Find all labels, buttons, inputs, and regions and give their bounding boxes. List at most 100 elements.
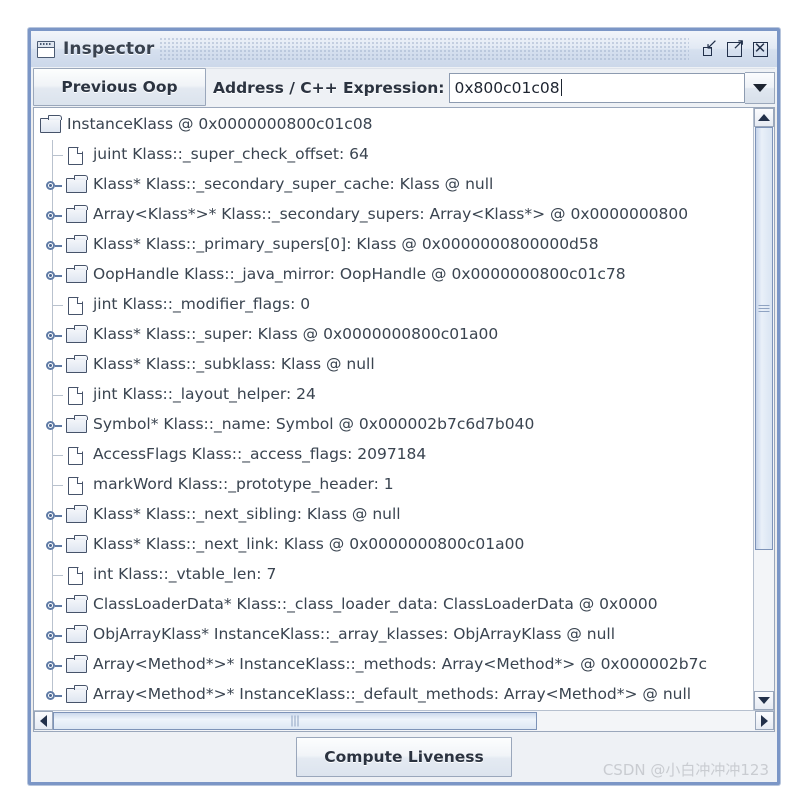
maximize-button[interactable]: ↗	[721, 36, 747, 62]
tree-row-label: jint Klass::_modifier_flags: 0	[93, 295, 311, 314]
folder-icon	[66, 534, 88, 554]
expand-collapse-icon[interactable]	[46, 329, 62, 342]
tree-row-label: ObjArrayKlass* InstanceKlass::_array_kla…	[93, 625, 616, 644]
tree-row[interactable]: int Klass::_vtable_len: 7	[34, 560, 753, 590]
tree-expand-handle[interactable]	[40, 200, 66, 230]
folder-icon	[66, 324, 88, 344]
expand-collapse-icon[interactable]	[46, 629, 62, 642]
expand-collapse-icon[interactable]	[46, 509, 62, 522]
tree-row[interactable]: AccessFlags Klass::_access_flags: 209718…	[34, 440, 753, 470]
tree-row[interactable]: jint Klass::_modifier_flags: 0	[34, 290, 753, 320]
scroll-right-button[interactable]	[755, 711, 774, 730]
scroll-up-button[interactable]	[754, 108, 774, 127]
tree-row[interactable]: Klass* Klass::_next_sibling: Klass @ nul…	[34, 500, 753, 530]
tree-row[interactable]: markWord Klass::_prototype_header: 1	[34, 470, 753, 500]
address-input[interactable]: 0x800c01c08	[449, 72, 745, 103]
document-icon	[66, 476, 88, 495]
tree-expand-handle[interactable]	[40, 410, 66, 440]
tree-row-label: Klass* Klass::_next_link: Klass @ 0x0000…	[93, 535, 525, 554]
expand-collapse-icon[interactable]	[46, 689, 62, 702]
tree-row-label: AccessFlags Klass::_access_flags: 209718…	[93, 445, 427, 464]
folder-icon	[66, 594, 88, 614]
tree-row[interactable]: ClassLoaderData* Klass::_class_loader_da…	[34, 590, 753, 620]
tree-expand-handle[interactable]	[40, 230, 66, 260]
tree-expand-handle[interactable]	[40, 500, 66, 530]
tree-row-label: Klass* Klass::_primary_supers[0]: Klass …	[93, 235, 599, 254]
expand-collapse-icon[interactable]	[46, 239, 62, 252]
tree-connector	[40, 440, 66, 470]
tree-scroll-pane: InstanceKlass @ 0x0000000800c01c08 juint …	[33, 107, 775, 732]
window-icon	[37, 40, 55, 58]
tree-row[interactable]: jint Klass::_layout_helper: 24	[34, 380, 753, 410]
tree-row[interactable]: Klass* Klass::_subklass: Klass @ null	[34, 350, 753, 380]
tree-row[interactable]: Klass* Klass::_next_link: Klass @ 0x0000…	[34, 530, 753, 560]
tree-row-label: OopHandle Klass::_java_mirror: OopHandle…	[93, 265, 626, 284]
tree-expand-handle[interactable]	[40, 260, 66, 290]
expand-collapse-icon[interactable]	[46, 539, 62, 552]
scroll-down-button[interactable]	[754, 691, 774, 710]
tree-expand-handle[interactable]	[40, 680, 66, 710]
window-title: Inspector	[63, 39, 155, 59]
expand-collapse-icon[interactable]	[46, 659, 62, 672]
tree-expand-handle[interactable]	[40, 320, 66, 350]
tree-row-label: int Klass::_vtable_len: 7	[93, 565, 277, 584]
folder-icon	[66, 504, 88, 524]
tree-row[interactable]: Klass* Klass::_secondary_super_cache: Kl…	[34, 170, 753, 200]
tree-row[interactable]: juint Klass::_super_check_offset: 64	[34, 140, 753, 170]
tree-viewport[interactable]: InstanceKlass @ 0x0000000800c01c08 juint …	[34, 108, 753, 710]
tree-row[interactable]: Array<Method*>* InstanceKlass::_methods:…	[34, 650, 753, 680]
tree-expand-handle[interactable]	[40, 620, 66, 650]
triangle-down-icon	[758, 697, 770, 704]
tree-expand-handle[interactable]	[40, 650, 66, 680]
watermark: CSDN @小白冲冲冲123	[602, 761, 769, 779]
inspector-window: Inspector ↙ ↗ ✕ Previous Oop Address / C…	[28, 28, 780, 785]
tree-row[interactable]: ObjArrayKlass* InstanceKlass::_array_kla…	[34, 620, 753, 650]
vertical-scrollbar[interactable]	[753, 108, 774, 710]
expand-collapse-icon[interactable]	[46, 179, 62, 192]
folder-icon	[66, 204, 88, 224]
horizontal-scroll-track[interactable]	[53, 711, 755, 731]
tree-row[interactable]: Array<Method*>* InstanceKlass::_default_…	[34, 680, 753, 710]
tree-expand-handle[interactable]	[40, 350, 66, 380]
tree-connector	[40, 380, 66, 410]
vertical-scroll-thumb[interactable]	[755, 127, 773, 550]
horizontal-scrollbar[interactable]	[34, 710, 774, 731]
expand-collapse-icon[interactable]	[46, 599, 62, 612]
tree-row[interactable]: Array<Klass*>* Klass::_secondary_supers:…	[34, 200, 753, 230]
tree-row[interactable]: Klass* Klass::_primary_supers[0]: Klass …	[34, 230, 753, 260]
tree-connector	[40, 140, 66, 170]
tree-expand-handle[interactable]	[40, 530, 66, 560]
expand-collapse-icon[interactable]	[46, 359, 62, 372]
expand-collapse-icon[interactable]	[46, 419, 62, 432]
tree-row[interactable]: OopHandle Klass::_java_mirror: OopHandle…	[34, 260, 753, 290]
close-button[interactable]: ✕	[747, 36, 773, 62]
vertical-scroll-track[interactable]	[754, 127, 774, 691]
address-dropdown-button[interactable]	[745, 71, 775, 104]
address-input-value: 0x800c01c08	[454, 78, 560, 97]
arrow-southwest-icon: ↙	[705, 35, 718, 53]
tree-row-label: InstanceKlass @ 0x0000000800c01c08	[67, 115, 373, 134]
scroll-left-button[interactable]	[34, 711, 53, 730]
folder-icon	[66, 684, 88, 704]
horizontal-scroll-thumb[interactable]	[53, 712, 538, 730]
tree-expand-handle[interactable]	[40, 170, 66, 200]
tree-row-label: ClassLoaderData* Klass::_class_loader_da…	[93, 595, 658, 614]
text-caret	[560, 79, 562, 96]
folder-icon	[40, 114, 62, 134]
tree-connector	[40, 560, 66, 590]
expand-collapse-icon[interactable]	[46, 269, 62, 282]
bottom-bar: Compute Liveness CSDN @小白冲冲冲123	[31, 732, 777, 782]
tree-expand-handle[interactable]	[40, 590, 66, 620]
tree-row[interactable]: Symbol* Klass::_name: Symbol @ 0x000002b…	[34, 410, 753, 440]
tree-connector	[40, 290, 66, 320]
compute-liveness-button[interactable]: Compute Liveness	[296, 737, 512, 777]
arrow-northeast-icon: ↗	[732, 35, 745, 53]
tree-row[interactable]: InstanceKlass @ 0x0000000800c01c08	[34, 110, 753, 140]
minimize-button[interactable]: ↙	[695, 36, 721, 62]
previous-oop-button[interactable]: Previous Oop	[33, 68, 206, 106]
tree-row[interactable]: Klass* Klass::_super: Klass @ 0x00000008…	[34, 320, 753, 350]
expand-collapse-icon[interactable]	[46, 209, 62, 222]
folder-icon	[66, 414, 88, 434]
folder-icon	[66, 174, 88, 194]
title-bar-texture	[160, 38, 689, 60]
